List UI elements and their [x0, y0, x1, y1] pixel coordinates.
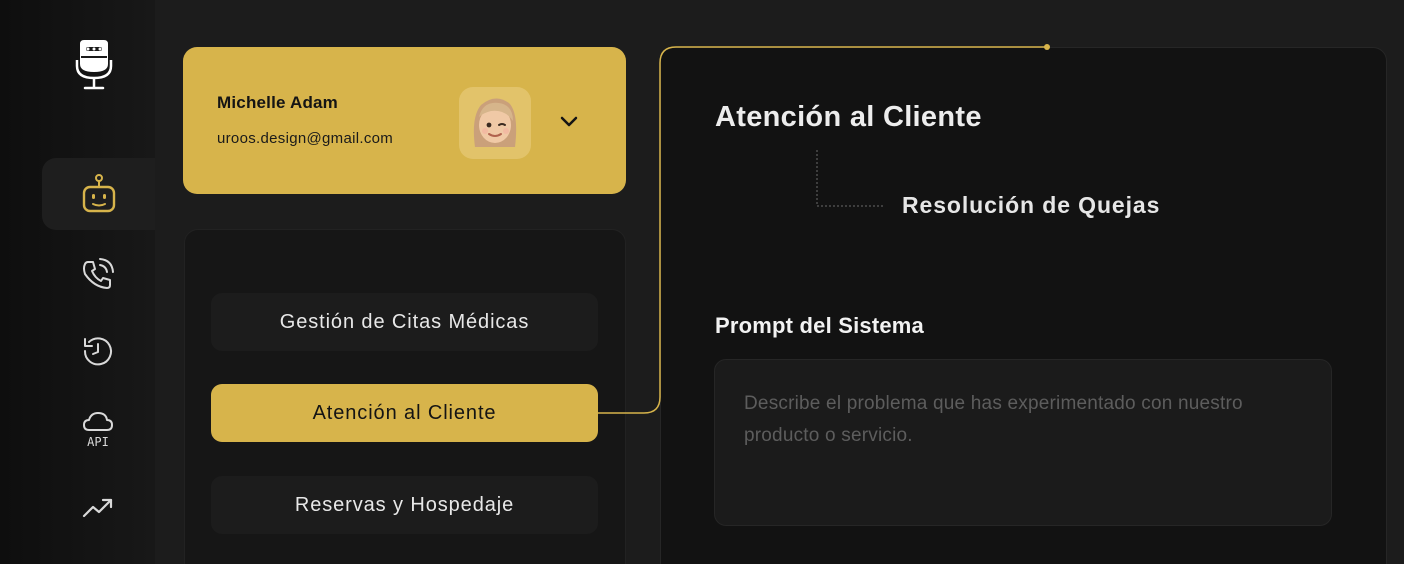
system-prompt-input[interactable] — [714, 359, 1332, 526]
profile-email: uroos.design@gmail.com — [217, 130, 394, 147]
page-title: Atención al Cliente — [715, 101, 982, 133]
sidebar-item-api[interactable]: API — [42, 394, 155, 466]
trending-up-icon — [82, 498, 113, 518]
chevron-down-icon[interactable] — [555, 107, 583, 135]
category-item-atencion-cliente[interactable]: Atención al Cliente — [211, 384, 598, 442]
cloud-api-icon: API — [83, 412, 113, 449]
avatar[interactable] — [459, 87, 531, 159]
bot-icon — [82, 174, 116, 213]
category-item-citas-medicas[interactable]: Gestión de Citas Médicas — [211, 293, 598, 351]
phone-call-icon — [83, 258, 114, 289]
profile-card[interactable]: Michelle Adam uroos.design@gmail.com — [183, 47, 626, 194]
sidebar-item-calls[interactable] — [42, 238, 155, 310]
page-subtitle: Resolución de Quejas — [902, 192, 1161, 218]
microphone-icon[interactable] — [72, 38, 116, 94]
sidebar-item-bot[interactable] — [42, 158, 155, 230]
app-root: API Michelle Adam uroos.design@gmail.com — [0, 0, 1404, 564]
history-icon — [83, 337, 112, 366]
prompt-label: Prompt del Sistema — [715, 313, 924, 338]
sidebar: API — [0, 0, 155, 564]
sidebar-item-analytics[interactable] — [42, 472, 155, 544]
api-label: API — [87, 435, 109, 449]
profile-name: Michelle Adam — [217, 93, 339, 112]
sidebar-item-history[interactable] — [42, 315, 155, 387]
category-item-reservas-hospedaje[interactable]: Reservas y Hospedaje — [211, 476, 598, 534]
